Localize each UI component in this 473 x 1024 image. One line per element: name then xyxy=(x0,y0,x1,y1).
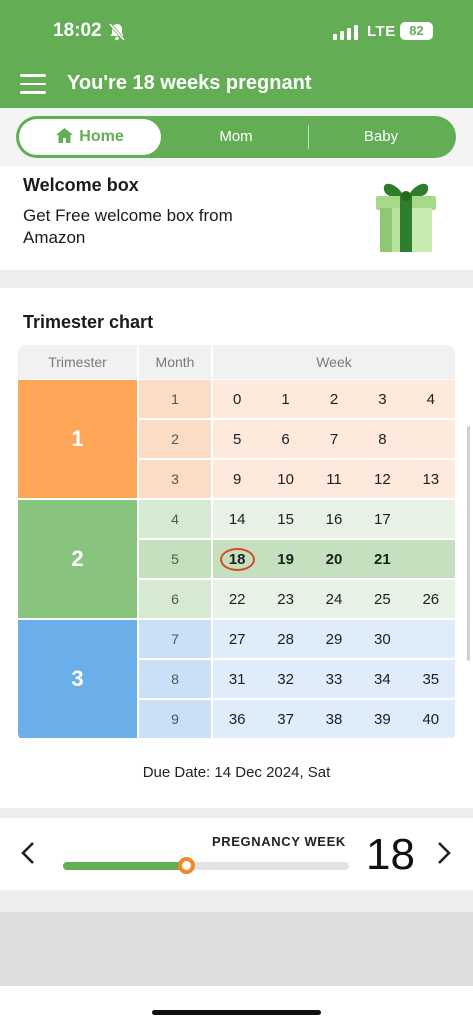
month-cell: 4 xyxy=(139,500,211,538)
week-cell: 12 xyxy=(374,470,391,488)
week-cell: 19 xyxy=(277,550,294,568)
month-cell: 1 xyxy=(139,380,211,418)
week-cell: 11 xyxy=(326,470,342,488)
week-cell: 22 xyxy=(228,590,246,608)
week-cell: 5 xyxy=(233,430,242,448)
header-trimester: Trimester xyxy=(18,345,137,379)
trimester-cell: 1 xyxy=(18,380,137,498)
page-title: You're 18 weeks pregnant xyxy=(67,72,312,94)
trimester-cell: 2 xyxy=(18,500,137,618)
due-date: Due Date: 14 Dec 2024, Sat xyxy=(142,764,331,781)
app-bar: You're 18 weeks pregnant xyxy=(0,64,473,108)
trimester-chart-card: Trimester chart Trimester Month Week 123… xyxy=(0,288,473,808)
week-cell: 20 xyxy=(325,550,343,568)
week-cell: 30 xyxy=(374,630,391,648)
signal-icon xyxy=(333,24,359,40)
next-week-icon[interactable] xyxy=(436,840,452,871)
week-cell: 23 xyxy=(277,590,294,608)
week-cell: 2 xyxy=(329,390,339,408)
tab-home-label: Home xyxy=(79,128,124,145)
hamburger-menu-icon[interactable] xyxy=(20,73,46,95)
week-cell: 32 xyxy=(277,670,294,688)
week-cell: 15 xyxy=(277,510,294,528)
month-cell: 6 xyxy=(139,580,211,618)
battery-icon: 82 xyxy=(400,22,433,40)
week-cell: 36 xyxy=(228,710,246,728)
current-week-marker: 18 xyxy=(219,547,255,571)
week-cell: 16 xyxy=(325,510,343,528)
scrollbar[interactable] xyxy=(467,426,470,661)
current-week-cell: 18 xyxy=(213,540,261,578)
tab-divider xyxy=(308,125,309,149)
week-cell: 3 xyxy=(378,390,387,408)
home-indicator-area xyxy=(0,986,473,1024)
tab-mom[interactable]: Mom xyxy=(166,116,306,158)
home-icon xyxy=(56,128,74,143)
week-cell: 37 xyxy=(277,710,294,728)
trimester-grid: Trimester Month Week 1 2 3 1 0 1 2 3 4 2 5 6 7 8 3 9 10 1… xyxy=(18,345,455,741)
status-bar: 18:02 LTE 82 xyxy=(0,0,473,64)
week-cell: 13 xyxy=(422,470,440,488)
week-cell: 1 xyxy=(281,390,290,408)
week-cell: 6 xyxy=(281,430,290,448)
month-cell: 7 xyxy=(139,620,211,658)
welcome-box-text: Get Free welcome box from Amazon xyxy=(23,206,233,247)
week-cell: 24 xyxy=(325,590,343,608)
month-cell: 9 xyxy=(139,700,211,738)
month-cell: 5 xyxy=(139,540,211,578)
week-cell: 7 xyxy=(329,430,339,448)
week-cell: 39 xyxy=(374,710,391,728)
week-slider-fill xyxy=(63,862,186,870)
week-slider[interactable] xyxy=(63,857,349,874)
previous-week-icon[interactable] xyxy=(20,840,36,871)
status-time: 18:02 xyxy=(53,20,102,41)
week-cell: 26 xyxy=(422,590,440,608)
week-cell: 38 xyxy=(325,710,343,728)
week-slider-handle[interactable] xyxy=(177,857,195,874)
month-cell: 3 xyxy=(139,460,211,498)
bell-muted-icon xyxy=(108,23,126,46)
week-cell: 29 xyxy=(325,630,343,648)
week-cell: 40 xyxy=(422,710,440,728)
week-cell: 27 xyxy=(228,630,246,648)
week-cell: 17 xyxy=(374,510,391,528)
welcome-box-card[interactable]: Welcome box Get Free welcome box from Am… xyxy=(0,166,473,270)
week-cell: 35 xyxy=(422,670,440,688)
network-type: LTE xyxy=(367,23,396,40)
week-cell: 25 xyxy=(374,590,391,608)
week-cell: 14 xyxy=(228,510,246,528)
trimester-cell: 3 xyxy=(18,620,137,738)
header-month: Month xyxy=(139,345,211,379)
tab-baby[interactable]: Baby xyxy=(311,116,451,158)
pregnancy-week-selector: PREGNANCY WEEK 18 xyxy=(0,818,473,890)
week-cell: 33 xyxy=(325,670,343,688)
week-cell: 31 xyxy=(228,670,246,688)
trimester-chart-title: Trimester chart xyxy=(23,312,154,332)
week-cell: 9 xyxy=(233,470,242,488)
bottom-panel xyxy=(0,912,473,986)
week-cell: 21 xyxy=(374,550,391,568)
month-cell: 2 xyxy=(139,420,211,458)
week-cell: 28 xyxy=(277,630,294,648)
tab-bar-container: Home Mom Baby xyxy=(0,108,473,166)
gift-box-icon xyxy=(368,174,444,261)
tab-bar: Home Mom Baby xyxy=(16,116,456,158)
tab-home[interactable]: Home xyxy=(19,119,161,155)
header-week: Week xyxy=(213,345,455,379)
week-cell: 0 xyxy=(233,390,242,408)
week-cell: 4 xyxy=(426,390,435,408)
week-cell: 34 xyxy=(374,670,391,688)
week-cell: 10 xyxy=(277,470,294,488)
week-cell: 8 xyxy=(378,430,387,448)
pregnancy-week-label: PREGNANCY WEEK xyxy=(212,834,346,849)
home-indicator[interactable] xyxy=(152,1010,321,1015)
welcome-box-title: Welcome box xyxy=(23,175,139,195)
month-cell: 8 xyxy=(139,660,211,698)
pregnancy-week-value: 18 xyxy=(366,830,415,879)
